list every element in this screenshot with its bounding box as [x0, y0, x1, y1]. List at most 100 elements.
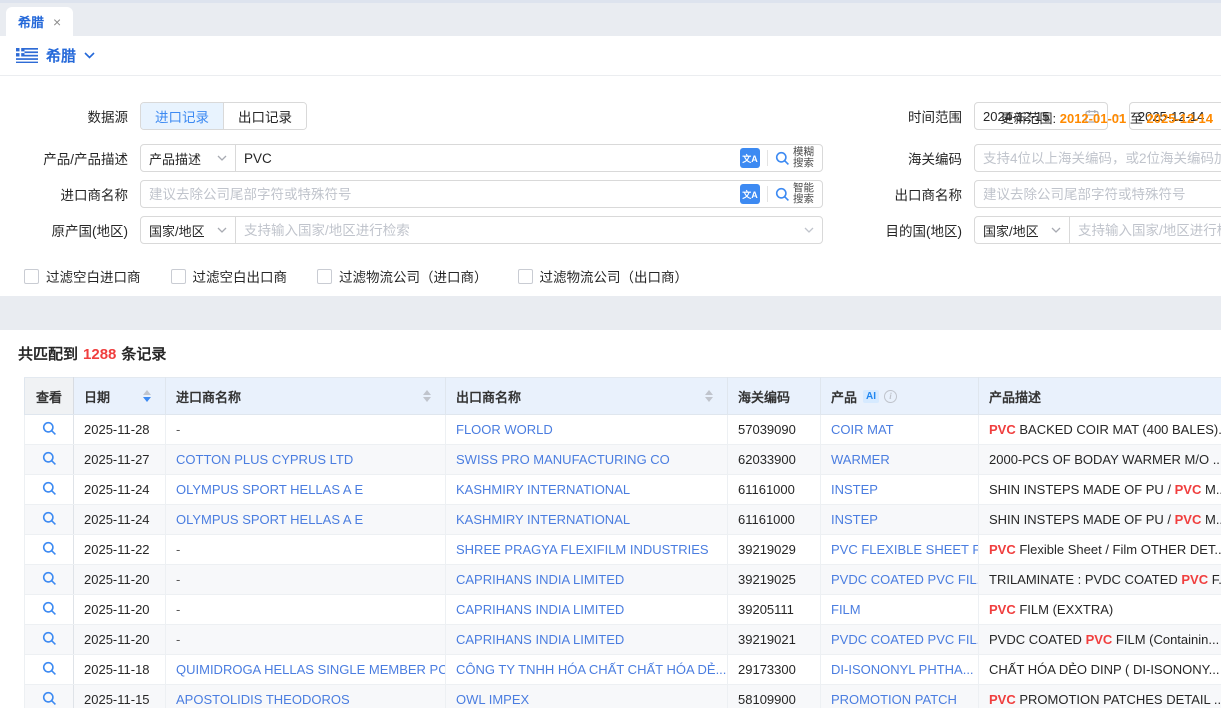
column-header-hs-code: 海关编码: [728, 378, 821, 415]
destination-country-select[interactable]: 国家/地区: [974, 216, 1070, 244]
exporter-link[interactable]: KASHMIRY INTERNATIONAL: [456, 512, 630, 527]
product-link[interactable]: PVC FLEXIBLE SHEET F...: [831, 542, 979, 557]
column-header-importer[interactable]: 进口商名称: [166, 378, 446, 415]
description-text: PROMOTION PATCHES DETAIL ...: [1016, 692, 1221, 707]
product-link[interactable]: FILM: [831, 602, 861, 617]
destination-label: 目的国(地区): [872, 220, 974, 240]
exporter-link[interactable]: CAPRIHANS INDIA LIMITED: [456, 632, 624, 647]
checkbox-icon[interactable]: [317, 269, 332, 284]
view-record-icon[interactable]: [42, 631, 57, 646]
importer-link[interactable]: QUIMIDROGA HELLAS SINGLE MEMBER PC: [176, 662, 446, 677]
product-link[interactable]: WARMER: [831, 452, 890, 467]
importer-link: -: [176, 632, 180, 647]
view-record-icon[interactable]: [42, 481, 57, 496]
filter-checkbox[interactable]: 过滤空白进口商: [24, 266, 141, 286]
view-record-icon[interactable]: [42, 451, 57, 466]
filter-checkbox[interactable]: 过滤物流公司（出口商）: [518, 266, 689, 286]
checkbox-icon[interactable]: [24, 269, 39, 284]
hs-code-input[interactable]: [983, 151, 1221, 166]
product-link[interactable]: PROMOTION PATCH: [831, 692, 957, 707]
tab-greece[interactable]: 希腊 ×: [6, 7, 73, 36]
exporter-link[interactable]: SHREE PRAGYA FLEXIFILM INDUSTRIES: [456, 542, 709, 557]
column-header-date[interactable]: 日期: [74, 378, 166, 415]
exporter-link[interactable]: CÔNG TY TNHH HÓA CHẤT CHẤT HÓA DẺ...: [456, 662, 726, 677]
smart-search-button[interactable]: 智能 搜索: [775, 183, 814, 205]
description-text: 2000-PCS OF BODAY WARMER M/O ...: [989, 452, 1221, 467]
chevron-down-icon[interactable]: [84, 52, 95, 59]
importer-link: -: [176, 542, 180, 557]
sort-carets[interactable]: [705, 390, 717, 402]
view-record-icon[interactable]: [42, 511, 57, 526]
importer-link[interactable]: OLYMPUS SPORT HELLAS A E: [176, 512, 363, 527]
view-record-icon[interactable]: [42, 661, 57, 676]
view-record-icon[interactable]: [42, 601, 57, 616]
translate-icon[interactable]: 文A: [740, 148, 760, 168]
checkbox-label: 过滤空白出口商: [193, 266, 288, 286]
view-record-icon[interactable]: [42, 571, 57, 586]
chevron-down-icon[interactable]: [804, 227, 814, 233]
tab-title: 希腊: [18, 12, 44, 31]
column-label: 日期: [84, 387, 110, 406]
translate-icon[interactable]: 文A: [740, 184, 760, 204]
highlighted-term: PVC: [989, 542, 1016, 557]
importer-link[interactable]: OLYMPUS SPORT HELLAS A E: [176, 482, 363, 497]
sort-carets[interactable]: [423, 390, 435, 402]
origin-country-select[interactable]: 国家/地区: [140, 216, 236, 244]
view-record-icon[interactable]: [42, 421, 57, 436]
checkbox-icon[interactable]: [171, 269, 186, 284]
product-link[interactable]: PVDC COATED PVC FIL...: [831, 632, 979, 647]
search-panel: 希腊 更新范围: 2012-01-01 至 2025-12-14 数据源 进口记…: [0, 36, 1221, 296]
exporter-link[interactable]: CAPRIHANS INDIA LIMITED: [456, 572, 624, 587]
import-records-button[interactable]: 进口记录: [141, 103, 223, 129]
update-range-to: 至: [1130, 111, 1143, 126]
destination-country-input[interactable]: [1078, 223, 1221, 238]
highlighted-term: PVC: [989, 422, 1016, 437]
product-cell: PVDC COATED PVC FIL...: [821, 625, 979, 655]
table-row: 2025-11-27COTTON PLUS CYPRUS LTDSWISS PR…: [25, 445, 1221, 475]
exporter-link[interactable]: FLOOR WORLD: [456, 422, 553, 437]
product-link[interactable]: COIR MAT: [831, 422, 894, 437]
ai-badge: AI: [863, 390, 879, 403]
description-cell: TRILAMINATE : PVDC COATED PVC F...: [979, 565, 1221, 595]
view-record-icon[interactable]: [42, 541, 57, 556]
sort-carets[interactable]: [143, 390, 155, 402]
close-icon[interactable]: ×: [53, 15, 61, 29]
description-text: FILM (EXXTRA): [1016, 602, 1114, 617]
product-link[interactable]: INSTEP: [831, 482, 878, 497]
checkbox-icon[interactable]: [518, 269, 533, 284]
view-record-icon[interactable]: [42, 691, 57, 706]
view-cell: [25, 475, 74, 505]
column-header-exporter[interactable]: 出口商名称: [446, 378, 728, 415]
origin-country-input[interactable]: [244, 223, 797, 238]
description-cell: SHIN INSTEPS MADE OF PU / PVC M...: [979, 475, 1221, 505]
export-records-button[interactable]: 出口记录: [223, 103, 306, 129]
product-field-select[interactable]: 产品描述: [140, 144, 236, 172]
exporter-link[interactable]: KASHMIRY INTERNATIONAL: [456, 482, 630, 497]
importer-input[interactable]: [149, 187, 733, 202]
product-search-input[interactable]: [244, 151, 733, 166]
product-link[interactable]: DI-ISONONYL PHTHA...: [831, 662, 974, 677]
view-cell: [25, 565, 74, 595]
highlighted-term: PVC: [1181, 572, 1208, 587]
highlighted-term: PVC: [989, 602, 1016, 617]
product-cell: WARMER: [821, 445, 979, 475]
product-link[interactable]: PVDC COATED PVC FIL...: [831, 572, 979, 587]
highlighted-term: PVC: [1175, 482, 1202, 497]
exporter-link[interactable]: CAPRIHANS INDIA LIMITED: [456, 602, 624, 617]
exporter-link[interactable]: SWISS PRO MANUFACTURING CO: [456, 452, 670, 467]
importer-link: -: [176, 572, 180, 587]
product-link[interactable]: INSTEP: [831, 512, 878, 527]
filter-checkbox[interactable]: 过滤物流公司（进口商）: [317, 266, 488, 286]
exporter-link[interactable]: OWL IMPEX: [456, 692, 529, 707]
column-label: 产品: [831, 387, 857, 406]
description-text: SHIN INSTEPS MADE OF PU /: [989, 482, 1175, 497]
count-value: 1288: [83, 346, 116, 363]
filter-checkbox[interactable]: 过滤空白出口商: [171, 266, 288, 286]
fuzzy-search-button[interactable]: 模糊 搜索: [775, 147, 814, 169]
exporter-cell: SWISS PRO MANUFACTURING CO: [446, 445, 728, 475]
info-icon[interactable]: i: [884, 390, 897, 403]
importer-link[interactable]: APOSTOLIDIS THEODOROS: [176, 692, 350, 707]
exporter-input[interactable]: [983, 187, 1221, 202]
importer-link[interactable]: COTTON PLUS CYPRUS LTD: [176, 452, 353, 467]
date-cell: 2025-11-22: [74, 535, 166, 565]
